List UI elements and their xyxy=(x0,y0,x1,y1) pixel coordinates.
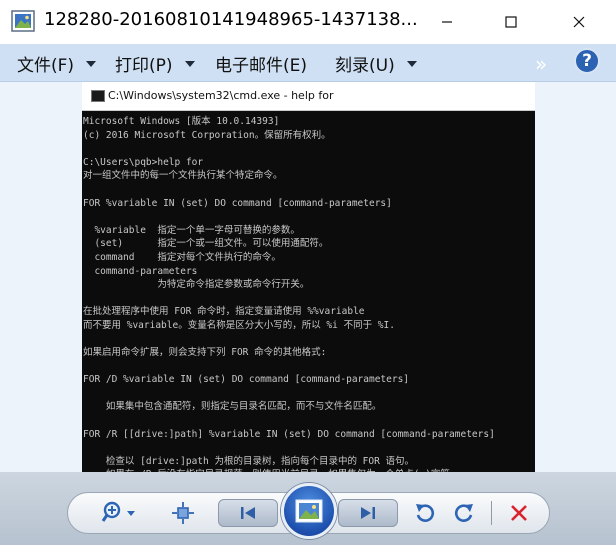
console-line: 如果启用命令扩展，则会支持下列 FOR 命令的其他格式: xyxy=(83,347,327,359)
menu-burn-label: 刻录(U) xyxy=(335,56,395,76)
zoom-button[interactable] xyxy=(100,498,140,528)
console-line: 检查以 [drive:]path 为根的目录树，指向每个目录中的 FOR 语句。 xyxy=(83,455,415,467)
menu-file[interactable]: 文件(F) xyxy=(17,51,97,76)
bottom-toolbar xyxy=(0,472,616,545)
console-line: C:\Users\pqb>help for xyxy=(83,156,204,168)
photo-viewer-icon xyxy=(11,10,35,32)
minimize-button[interactable] xyxy=(424,0,470,44)
previous-button[interactable] xyxy=(218,499,278,527)
title-bar: 128280-20160810141948965-1437138... xyxy=(0,0,616,44)
console-line: 为特定命令指定参数或命令行开关。 xyxy=(83,279,310,291)
rotate-counterclockwise-button[interactable] xyxy=(413,499,437,527)
console-line: FOR /R [[drive:]path] %variable IN (set)… xyxy=(83,428,495,440)
console-line: (set) 指定一个或一组文件。可以使用通配符。 xyxy=(83,238,329,250)
console-line: FOR /D %variable IN (set) DO command [co… xyxy=(83,374,410,386)
menu-print[interactable]: 打印(P) xyxy=(115,51,195,76)
more-menu-chevron-icon[interactable]: » xyxy=(535,52,547,76)
cmd-window-title: C:\Windows\system32\cmd.exe - help for xyxy=(108,89,334,102)
rotate-clockwise-icon xyxy=(454,504,473,522)
previous-icon xyxy=(241,507,255,519)
slideshow-icon xyxy=(295,499,323,523)
console-line: 在批处理程序中使用 FOR 命令时，指定变量请使用 %%variable xyxy=(83,306,365,318)
close-button[interactable] xyxy=(556,0,602,44)
console-line: %variable 指定一个单一字母可替换的参数。 xyxy=(83,224,300,236)
console-line: (c) 2016 Microsoft Corporation。保留所有权利。 xyxy=(83,129,331,141)
next-icon xyxy=(361,507,375,519)
dropdown-caret-icon xyxy=(184,60,195,67)
help-button[interactable]: ? xyxy=(574,48,600,74)
dropdown-caret-icon xyxy=(406,60,417,67)
delete-icon xyxy=(511,505,527,521)
console-line: command-parameters xyxy=(83,265,198,277)
next-button[interactable] xyxy=(338,499,398,527)
rotate-counterclockwise-icon xyxy=(416,504,435,522)
console-line: 如果集中包含通配符，则指定与目录名匹配，而不与文件名匹配。 xyxy=(83,401,382,413)
window-title: 128280-20160810141948965-1437138... xyxy=(44,9,418,30)
menu-file-label: 文件(F) xyxy=(17,56,75,76)
cmd-icon xyxy=(91,90,105,102)
console-line: 而不要用 %variable。变量名称是区分大小写的，所以 %i 不同于 %I. xyxy=(83,319,395,331)
dropdown-caret-icon xyxy=(86,60,97,67)
actual-size-icon xyxy=(172,502,194,524)
console-line: Microsoft Windows [版本 10.0.14393] xyxy=(83,116,280,127)
cmd-window-titlebar: C:\Windows\system32\cmd.exe - help for xyxy=(82,82,535,111)
console-output: Microsoft Windows [版本 10.0.14393] (c) 201… xyxy=(82,115,535,472)
maximize-icon xyxy=(505,16,517,28)
menu-print-label: 打印(P) xyxy=(115,56,173,76)
minimize-icon xyxy=(442,21,452,23)
menu-bar: 文件(F) 打印(P) 电子邮件(E) 刻录(U) » xyxy=(0,44,616,82)
menu-burn[interactable]: 刻录(U) xyxy=(335,51,417,76)
zoom-icon xyxy=(101,501,135,522)
console-line: command 指定对每个文件执行的命令。 xyxy=(83,251,281,263)
image-viewport: C:\Windows\system32\cmd.exe - help for M… xyxy=(0,82,616,472)
displayed-image: C:\Windows\system32\cmd.exe - help for M… xyxy=(82,82,535,472)
maximize-button[interactable] xyxy=(488,0,534,44)
toolbar-separator xyxy=(491,501,492,525)
console-line: FOR %variable IN (set) DO command [comma… xyxy=(83,197,392,209)
rotate-clockwise-button[interactable] xyxy=(452,499,476,527)
menu-email-label: 电子邮件(E) xyxy=(215,56,308,76)
menu-email[interactable]: 电子邮件(E) xyxy=(215,51,307,76)
slideshow-button[interactable] xyxy=(281,483,337,539)
console-line: 对一组文件中的每一个文件执行某个特定命令。 xyxy=(83,170,283,182)
delete-button[interactable] xyxy=(506,499,532,527)
close-icon xyxy=(573,16,585,28)
actual-size-button[interactable] xyxy=(170,498,196,528)
